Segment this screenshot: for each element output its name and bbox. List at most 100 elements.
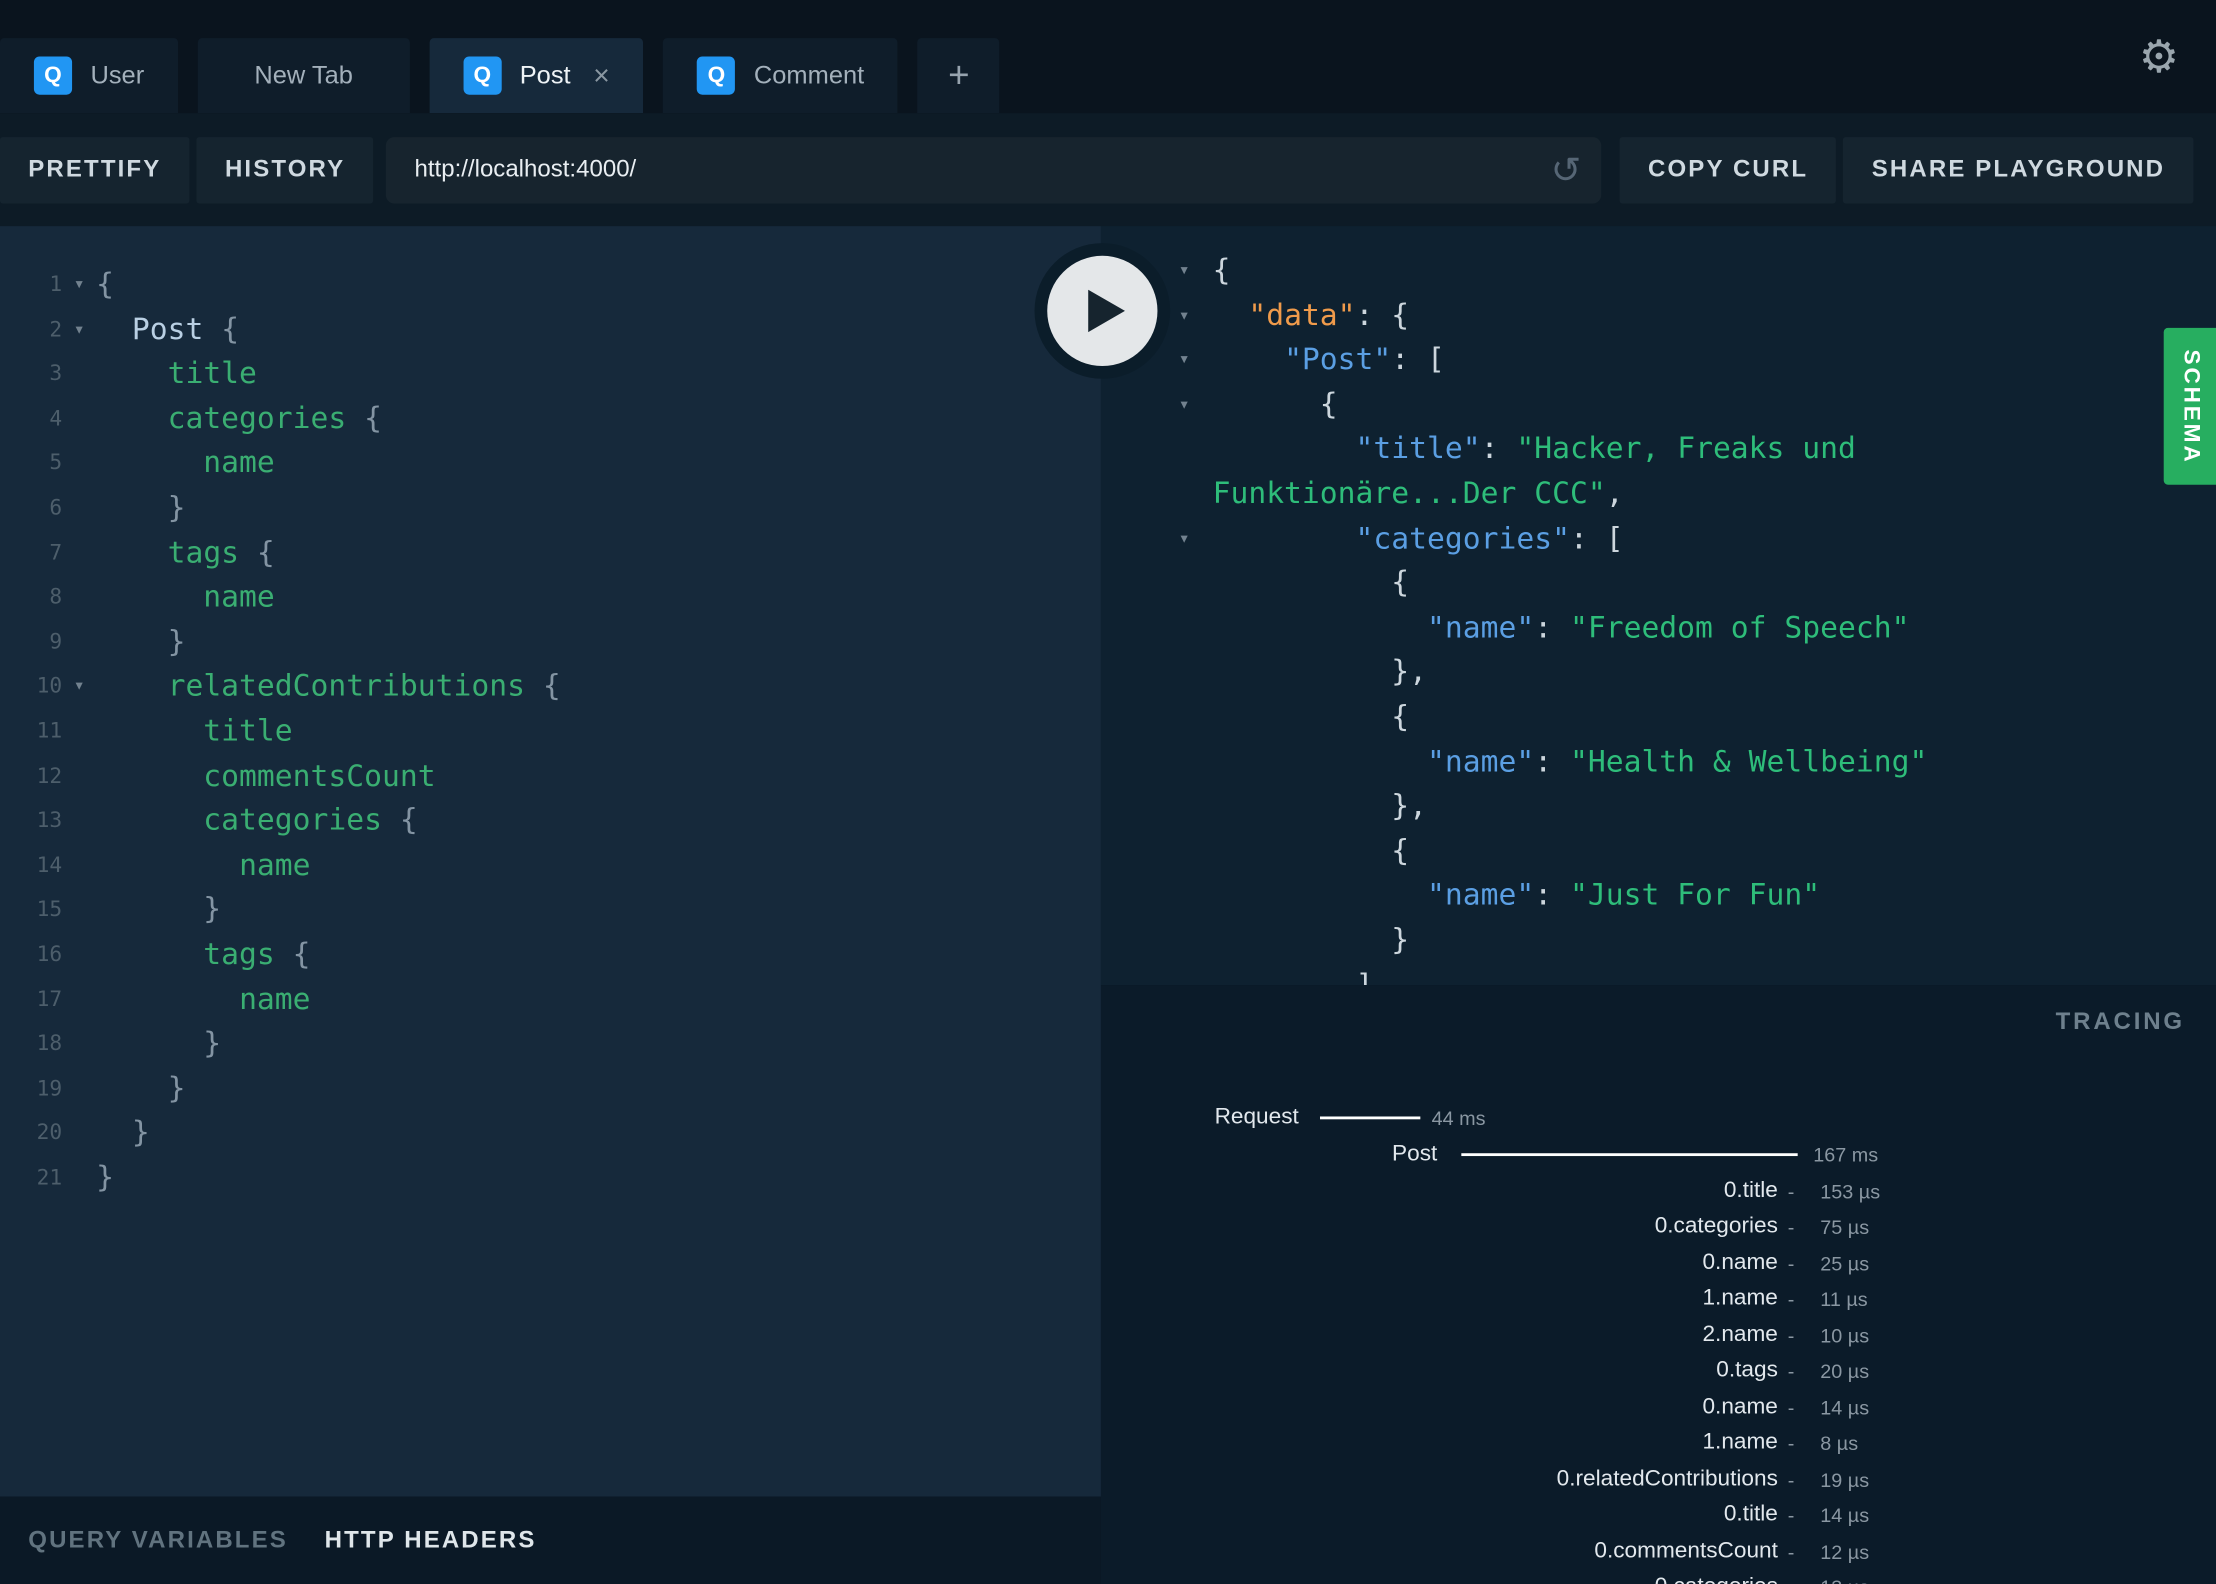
prettify-button[interactable]: PRETTIFY	[0, 136, 190, 203]
code-line: ▾{	[1179, 249, 2216, 294]
tracing-panel: TRACING Request 44 ms Post 167 ms 0.title -15…	[1100, 985, 2216, 1584]
execute-query-button[interactable]	[1034, 243, 1171, 379]
trace-label: Post	[1392, 1141, 1438, 1166]
share-playground-button[interactable]: SHARE PLAYGROUND	[1843, 136, 2194, 203]
token: {	[239, 535, 275, 569]
tracing-row: 0.name - 14 µs	[1101, 1392, 2216, 1423]
trace-duration: 13 µs	[1820, 1572, 1869, 1584]
trace-duration: 153 µs	[1820, 1180, 1881, 1203]
line-number: 21	[36, 1164, 63, 1190]
token: categories	[167, 401, 347, 435]
close-icon[interactable]: ×	[593, 61, 610, 89]
token: }	[96, 1070, 186, 1105]
tab-new-tab[interactable]: New Tab	[197, 38, 410, 114]
code-text: tags {	[96, 933, 310, 978]
fold-arrow-icon	[62, 486, 96, 531]
fold-arrow-icon[interactable]: ▾	[1179, 338, 1202, 383]
token: Funktionäre...Der CCC"	[1212, 476, 1606, 511]
code-text: relatedContributions {	[96, 665, 561, 710]
fold-arrow-icon[interactable]: ▾	[1179, 293, 1202, 338]
trace-label: 1.name	[1702, 1286, 1778, 1311]
query-pane: 1 ▾{2 ▾ Post {3 title 4 categories {5 name 6…	[0, 226, 1101, 1584]
token: : [	[1391, 342, 1445, 377]
fold-arrow-icon	[62, 352, 96, 397]
tab-post[interactable]: Q Post ×	[429, 38, 644, 114]
line-number: 18	[36, 1030, 63, 1056]
trace-dash: -	[1787, 1359, 1795, 1383]
code-line: 2 ▾ Post {	[0, 308, 1101, 353]
fold-arrow-icon	[62, 888, 96, 933]
line-number: 2	[49, 315, 63, 342]
add-tab-button[interactable]: +	[917, 38, 1000, 114]
code-line: {	[1213, 695, 2216, 740]
code-line: 12 commentsCount	[0, 754, 1101, 799]
trace-label: 0.relatedContributions	[1556, 1466, 1778, 1491]
toolbar: PRETTIFY HISTORY ↺ COPY CURL SHARE PLAYG…	[0, 113, 2216, 227]
fold-arrow-icon[interactable]: ▾	[1179, 517, 1202, 562]
code-line: ],	[1213, 963, 2216, 985]
token: }	[96, 1115, 150, 1150]
fold-arrow-icon[interactable]: ▾	[1179, 249, 1202, 294]
token: "name"	[1427, 878, 1535, 913]
line-number: 4	[49, 405, 63, 431]
code-text: }	[96, 1067, 186, 1112]
token: },	[1212, 654, 1428, 689]
code-text: name	[96, 843, 310, 888]
tracing-row: 0.title - 14 µs	[1101, 1499, 2216, 1530]
fold-arrow-icon[interactable]: ▾	[1179, 383, 1202, 428]
fold-arrow-icon	[62, 1156, 96, 1201]
endpoint-url-input[interactable]	[414, 155, 1551, 184]
http-headers-tab[interactable]: HTTP HEADERS	[325, 1526, 537, 1554]
code-text: }	[96, 1022, 221, 1067]
token: "name"	[1427, 744, 1535, 779]
token: }	[1212, 922, 1410, 957]
token: :	[1480, 431, 1517, 466]
trace-label: 0.categories	[1655, 1572, 1778, 1584]
tracing-title: TRACING	[2055, 1007, 2185, 1035]
line-number: 11	[36, 717, 63, 744]
play-icon	[1047, 255, 1158, 367]
token: : {	[1355, 297, 1410, 332]
schema-tab[interactable]: SCHEMA	[2163, 327, 2216, 485]
fold-arrow-icon[interactable]: ▾	[62, 263, 96, 308]
query-editor[interactable]: 1 ▾{2 ▾ Post {3 title 4 categories {5 name 6…	[0, 226, 1101, 1497]
history-button[interactable]: HISTORY	[196, 136, 374, 203]
trace-duration: 20 µs	[1820, 1359, 1870, 1383]
tab-comment[interactable]: Q Comment	[663, 38, 899, 114]
line-number: 20	[36, 1119, 63, 1146]
token: tags	[203, 936, 275, 971]
trace-duration: 11 µs	[1820, 1287, 1868, 1311]
line-number: 17	[36, 985, 63, 1012]
code-line: }	[1213, 918, 2216, 963]
fold-arrow-icon[interactable]: ▾	[62, 665, 96, 710]
trace-dash: -	[1787, 1503, 1795, 1527]
tab-user[interactable]: Q User	[0, 38, 179, 114]
code-text: "categories": [	[1213, 517, 1624, 562]
code-text: }	[96, 486, 186, 531]
copy-curl-button[interactable]: COPY CURL	[1619, 136, 1837, 203]
fold-arrow-icon[interactable]: ▾	[62, 308, 96, 353]
tab-label: Comment	[753, 60, 865, 90]
reload-icon[interactable]: ↺	[1551, 151, 1582, 188]
token: {	[346, 401, 383, 435]
token: categories	[203, 802, 383, 837]
token: : [	[1569, 520, 1624, 555]
tracing-row: 0.name - 25 µs	[1101, 1248, 2216, 1279]
trace-label: 1.name	[1702, 1430, 1778, 1455]
code-text: commentsCount	[96, 754, 435, 799]
code-text: }	[96, 1111, 150, 1156]
code-line: 7 tags {	[0, 531, 1101, 576]
tracing-row: 1.name - 8 µs	[1101, 1427, 2216, 1458]
code-line: 8 name	[0, 575, 1101, 620]
code-line: 9 }	[0, 620, 1101, 665]
line-number: 9	[49, 628, 63, 654]
trace-label: 0.commentsCount	[1594, 1539, 1778, 1564]
code-text: }	[96, 888, 221, 933]
query-variables-tab[interactable]: QUERY VARIABLES	[28, 1526, 288, 1554]
settings-gear-icon[interactable]: ⚙	[2139, 34, 2180, 79]
tracing-row: 0.title - 153 µs	[1101, 1176, 2216, 1207]
